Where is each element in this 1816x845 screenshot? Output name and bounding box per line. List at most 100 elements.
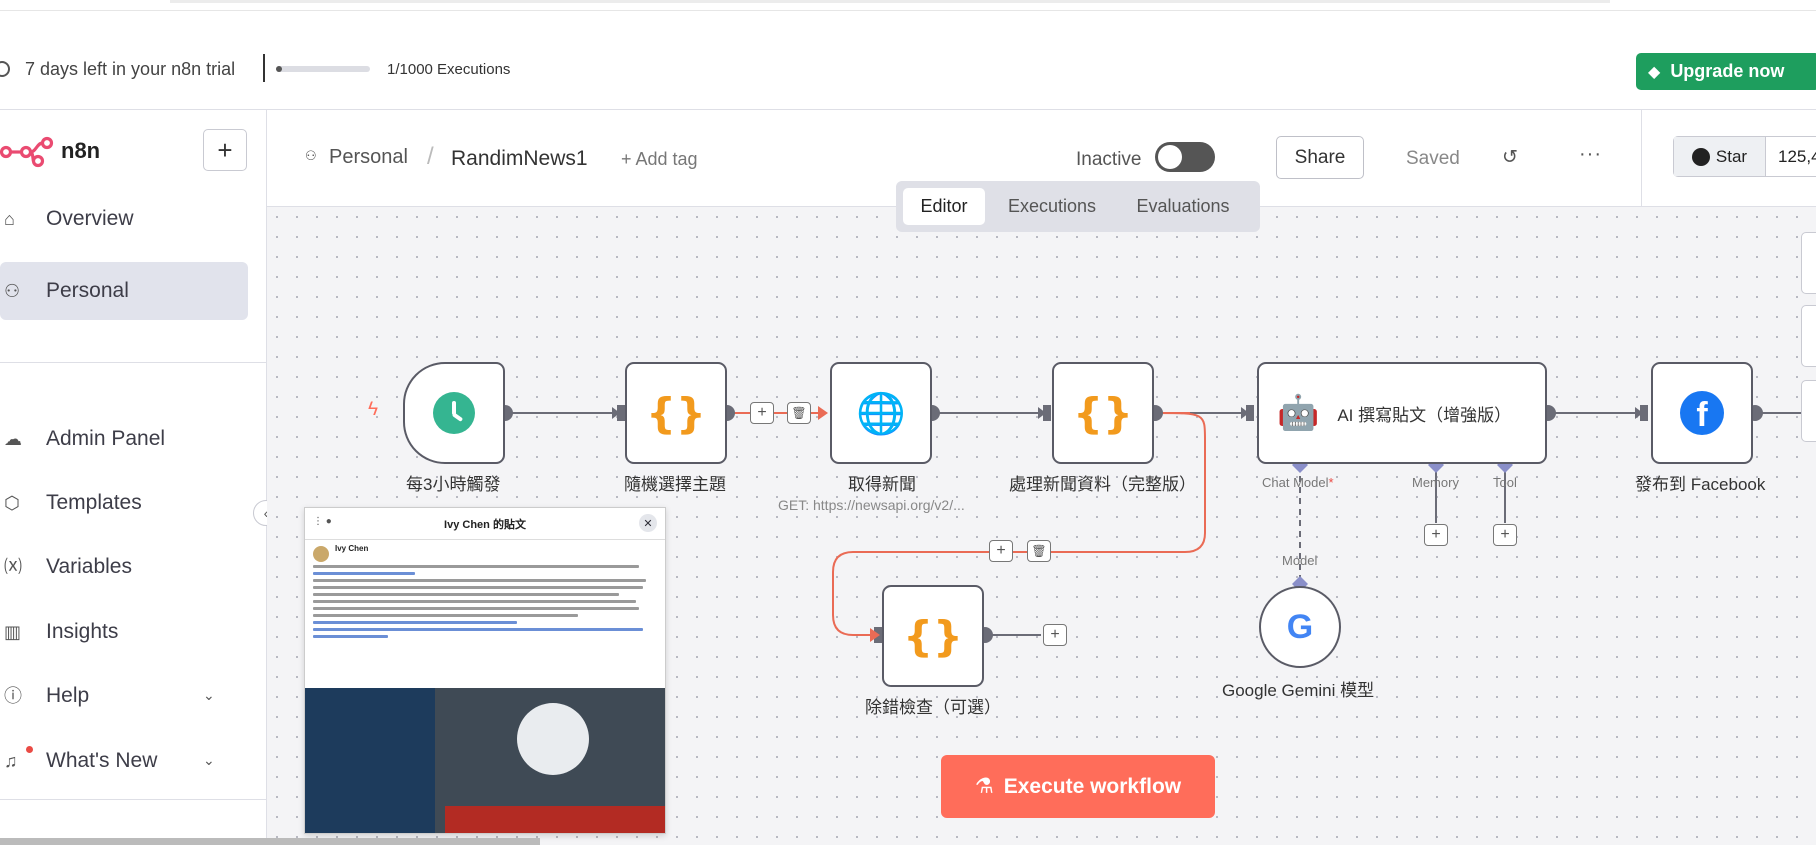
post-body-text bbox=[313, 565, 653, 642]
node-fetch-news[interactable]: 🌐 bbox=[830, 362, 932, 464]
sidebar: n8n + ⌂ Overview ⚇ Personal ☁ Admin Pane… bbox=[0, 110, 267, 845]
divider bbox=[1641, 110, 1642, 206]
help-icon: ⓘ bbox=[4, 686, 22, 706]
execute-label: Execute workflow bbox=[1003, 774, 1182, 798]
sidebar-item-insights[interactable]: ▥ Insights bbox=[0, 603, 248, 661]
plus-icon: + bbox=[217, 134, 233, 165]
chevron-down-icon: ⌄ bbox=[203, 752, 215, 768]
cloud-icon: ☁ bbox=[4, 429, 22, 449]
browser-top-strip bbox=[0, 0, 1816, 11]
tab-evaluations[interactable]: Evaluations bbox=[1118, 188, 1248, 225]
divider bbox=[263, 54, 265, 82]
add-node-button[interactable]: + bbox=[750, 402, 774, 424]
post-photo bbox=[305, 688, 665, 833]
bell-icon: ♫ bbox=[4, 751, 18, 771]
sidebar-item-whats-new[interactable]: ♫ What's New ⌄ bbox=[0, 732, 248, 790]
n8n-logo-icon bbox=[0, 136, 54, 168]
box-icon: ⬡ bbox=[4, 493, 20, 513]
node-ai-writer[interactable]: 🤖 AI 撰寫貼文（增強版） bbox=[1257, 362, 1547, 464]
node-label: 每3小時觸發 bbox=[406, 475, 501, 494]
execute-workflow-button[interactable]: ⚗ Execute workflow bbox=[941, 755, 1215, 818]
upgrade-label: Upgrade now bbox=[1670, 61, 1785, 81]
sidebar-item-label: Personal bbox=[46, 279, 129, 302]
node-label: 取得新聞 bbox=[848, 475, 916, 494]
node-title: AI 撰寫貼文（增強版） bbox=[1337, 405, 1512, 425]
node-label: Google Gemini 模型 bbox=[1222, 681, 1375, 700]
avatar bbox=[313, 546, 329, 562]
delete-connection-button[interactable]: 🗑 bbox=[1027, 540, 1051, 562]
add-node-button[interactable]: + bbox=[1043, 624, 1067, 646]
add-tool-button[interactable]: + bbox=[1493, 524, 1517, 546]
sidebar-item-overview[interactable]: ⌂ Overview bbox=[0, 190, 248, 248]
sidebar-item-label: Templates bbox=[46, 491, 142, 514]
horizontal-scrollbar[interactable] bbox=[0, 838, 540, 845]
flask-icon: ⚗ bbox=[974, 775, 994, 798]
canvas-control[interactable] bbox=[1801, 380, 1816, 442]
post-author: Ivy Chen bbox=[335, 544, 369, 553]
port-tool: Tool bbox=[1493, 475, 1517, 490]
node-gemini[interactable]: G bbox=[1259, 586, 1341, 668]
breadcrumb-separator: / bbox=[427, 143, 434, 170]
facebook-icon: f bbox=[1680, 391, 1724, 435]
workflow-name[interactable]: RandimNews1 bbox=[451, 147, 588, 171]
code-icon: {} bbox=[903, 611, 963, 661]
code-icon: {} bbox=[1073, 388, 1133, 438]
sidebar-item-variables[interactable]: ⒳ Variables bbox=[0, 538, 248, 596]
user-icon: ⚇ bbox=[4, 281, 21, 301]
node-publish-facebook[interactable]: f bbox=[1651, 362, 1753, 464]
active-toggle[interactable] bbox=[1155, 142, 1215, 172]
create-button[interactable]: + bbox=[203, 129, 247, 171]
google-icon: G bbox=[1286, 607, 1314, 646]
preview-title: Ivy Chen 的貼文 bbox=[444, 519, 526, 531]
home-icon: ⌂ bbox=[4, 209, 15, 229]
node-debug-check[interactable]: {} bbox=[882, 585, 984, 687]
trash-icon: 🗑 bbox=[791, 406, 807, 420]
executions-count: 1/1000 Executions bbox=[387, 61, 511, 78]
sidebar-divider bbox=[0, 799, 266, 800]
share-button[interactable]: Share bbox=[1276, 136, 1364, 179]
brand-name: n8n bbox=[61, 138, 101, 163]
port-chat-model: Chat Model* bbox=[1262, 475, 1334, 490]
close-icon[interactable]: ✕ bbox=[639, 514, 657, 532]
star-count: 125,4 bbox=[1778, 146, 1816, 166]
robot-icon: 🤖 bbox=[1277, 394, 1320, 432]
delete-connection-button[interactable]: 🗑 bbox=[787, 402, 811, 424]
github-icon bbox=[1691, 147, 1710, 166]
github-star-button[interactable]: Star 125,4 bbox=[1673, 136, 1816, 177]
node-label: 隨機選擇主題 bbox=[624, 475, 726, 494]
sidebar-item-label: Variables bbox=[46, 555, 132, 578]
node-process-news[interactable]: {} bbox=[1052, 362, 1154, 464]
add-memory-button[interactable]: + bbox=[1424, 524, 1448, 546]
more-options-icon[interactable]: ··· bbox=[1579, 143, 1602, 166]
sidebar-item-label: What's New bbox=[46, 749, 158, 772]
add-tag-button[interactable]: + Add tag bbox=[621, 149, 698, 170]
lightning-icon: ϟ bbox=[368, 399, 379, 420]
node-subtitle: GET: https://newsapi.org/v2/... bbox=[778, 497, 965, 513]
globe-icon: 🌐 bbox=[856, 391, 906, 436]
user-icon: ⚇ bbox=[305, 148, 317, 163]
star-label: Star bbox=[1715, 146, 1748, 166]
canvas-control[interactable] bbox=[1801, 305, 1816, 367]
add-node-button[interactable]: + bbox=[989, 540, 1013, 562]
sidebar-item-templates[interactable]: ⬡ Templates bbox=[0, 474, 248, 532]
upgrade-button[interactable]: ◆ Upgrade now bbox=[1636, 53, 1816, 90]
chart-icon: ▥ bbox=[4, 622, 22, 642]
node-schedule-trigger[interactable] bbox=[403, 362, 505, 464]
sidebar-item-admin-panel[interactable]: ☁ Admin Panel bbox=[0, 410, 248, 468]
executions-progress bbox=[276, 66, 370, 72]
node-pick-topic[interactable]: {} bbox=[625, 362, 727, 464]
tab-editor[interactable]: Editor bbox=[903, 188, 985, 225]
saved-status: Saved bbox=[1406, 148, 1460, 169]
sidebar-item-personal[interactable]: ⚇ Personal bbox=[0, 262, 248, 320]
sidebar-item-label: Admin Panel bbox=[46, 427, 166, 450]
diamond-icon: ◆ bbox=[1648, 63, 1661, 81]
breadcrumb-project[interactable]: Personal bbox=[329, 146, 408, 169]
canvas-control[interactable] bbox=[1801, 232, 1816, 294]
trial-text: 7 days left in your n8n trial bbox=[25, 59, 236, 79]
node-label: 發布到 Facebook bbox=[1635, 475, 1766, 494]
tab-executions[interactable]: Executions bbox=[996, 188, 1108, 225]
sidebar-divider bbox=[0, 362, 266, 363]
trial-banner: 7 days left in your n8n trial 1/1000 Exe… bbox=[0, 11, 1816, 110]
history-icon[interactable]: ↺ bbox=[1502, 146, 1518, 169]
sidebar-item-help[interactable]: ⓘ Help ⌄ bbox=[0, 667, 248, 725]
